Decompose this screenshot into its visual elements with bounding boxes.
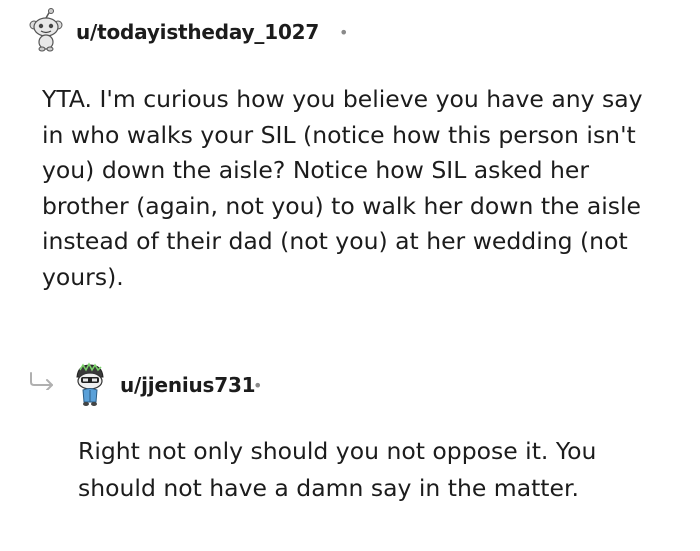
reply-comment: u/jjenius731 • Right not only should you… [28, 360, 688, 502]
comment-line: YTA. I'm curious how you believe you hav… [42, 85, 643, 113]
comment-body: YTA. I'm curious how you believe you hav… [42, 82, 643, 295]
comment-body: Right not only should you not oppose it.… [78, 433, 596, 507]
reply-arrow-icon [28, 372, 58, 391]
separator-dot: • [339, 23, 349, 42]
comment-line: should not have a damn say in the matter… [78, 474, 579, 502]
comment-line: in who walks your SIL (notice how this p… [42, 120, 636, 149]
snoo-avatar-icon[interactable] [28, 8, 64, 52]
comment-line: you) down the aisle? Notice how SIL aske… [42, 156, 590, 184]
separator-dot: • [253, 376, 263, 395]
comment-line: yours). [42, 262, 124, 291]
comment: u/todayistheday_1027 • YTA. I'm curious … [28, 8, 688, 291]
custom-snoo-avatar-icon[interactable] [72, 362, 108, 406]
comment-author[interactable]: u/todayistheday_1027 [76, 20, 319, 44]
comment-line: brother (again, not you) to walk her dow… [42, 191, 642, 220]
comment-author[interactable]: u/jjenius731 [120, 373, 256, 397]
comment-line: instead of their dad (not you) at her we… [42, 227, 628, 255]
comment-line: Right not only should you not oppose it.… [78, 437, 597, 465]
comment-header: u/todayistheday_1027 • [28, 8, 688, 52]
comment-header: u/jjenius731 • [28, 360, 688, 406]
